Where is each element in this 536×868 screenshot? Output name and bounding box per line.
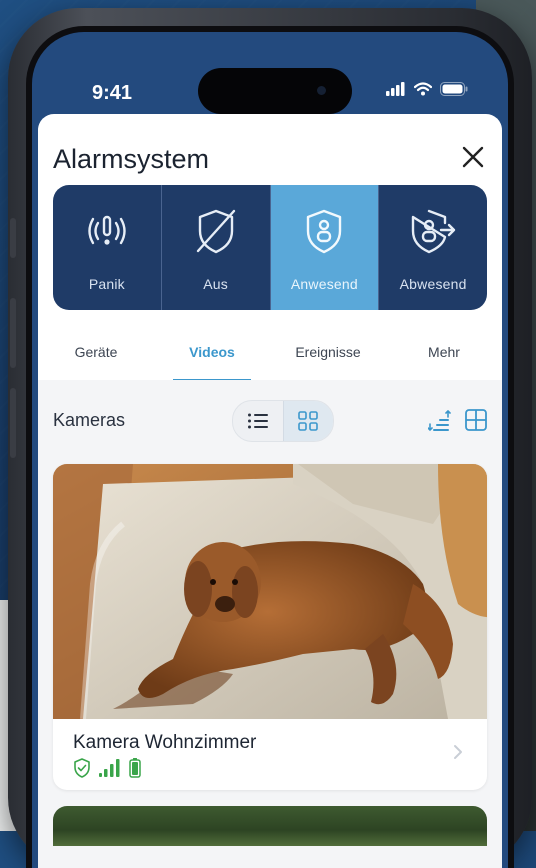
status-bar: 9:41 — [32, 32, 508, 122]
view-toggle — [232, 400, 334, 442]
shield-check-icon — [74, 758, 90, 778]
layout-grid-icon[interactable] — [464, 408, 488, 432]
screen: 9:41 Alarmsystem Panik Aus Anwesend Abwe… — [32, 32, 508, 868]
phone-bezel: 9:41 Alarmsystem Panik Aus Anwesend Abwe… — [26, 26, 514, 868]
grid-view-icon — [298, 411, 319, 431]
camera-dot — [317, 86, 326, 95]
battery-icon — [129, 758, 141, 778]
camera-thumbnail — [53, 464, 487, 719]
tab-devices[interactable]: Geräte — [38, 328, 154, 380]
shield-off-icon — [196, 209, 235, 254]
dog-on-sofa-image — [53, 464, 487, 719]
mode-label: Panik — [88, 276, 125, 292]
tab-events[interactable]: Ereignisse — [270, 328, 386, 380]
list-icon — [247, 413, 268, 429]
sheet-title: Alarmsystem — [53, 144, 210, 174]
tab-bar: Geräte Videos Ereignisse Mehr — [38, 328, 502, 381]
mode-panic-button[interactable]: Panik — [53, 185, 162, 310]
alarm-sheet: Alarmsystem Panik Aus Anwesend Abwesend … — [38, 114, 502, 868]
mode-home-button[interactable]: Anwesend — [270, 185, 380, 310]
mode-label: Aus — [203, 276, 228, 292]
signal-icon — [99, 759, 120, 777]
alarm-mode-selector: Panik Aus Anwesend Abwesend — [53, 185, 487, 310]
tab-videos[interactable]: Videos — [154, 328, 270, 381]
volume-down-button — [10, 388, 16, 458]
battery-status-icon — [440, 82, 468, 96]
mute-switch — [10, 218, 16, 258]
cellular-signal-icon — [386, 82, 405, 96]
camera-name: Kamera Wohnzimmer — [73, 732, 257, 753]
mode-off-button[interactable]: Aus — [162, 185, 271, 310]
phone-frame: 9:41 Alarmsystem Panik Aus Anwesend Abwe… — [8, 8, 532, 868]
chevron-right-icon — [454, 745, 462, 759]
camera-card[interactable]: Kamera Wohnzimmer — [53, 464, 487, 790]
wifi-icon — [414, 82, 432, 96]
camera-card-next[interactable] — [53, 806, 487, 846]
close-icon[interactable] — [458, 142, 488, 172]
volume-up-button — [10, 298, 16, 368]
camera-status — [73, 758, 141, 778]
list-view-button[interactable] — [233, 401, 283, 441]
status-time: 9:41 — [92, 82, 133, 104]
status-icons — [386, 82, 468, 96]
section-title: Kameras — [53, 410, 126, 430]
tab-more[interactable]: Mehr — [386, 328, 502, 380]
mode-label: Abwesend — [399, 276, 467, 292]
shield-away-icon — [411, 209, 456, 254]
mode-away-button[interactable]: Abwesend — [379, 185, 487, 310]
mode-label: Anwesend — [290, 276, 358, 292]
shield-home-icon — [307, 209, 342, 254]
videos-content: Kameras Kamera Wohnzimmer — [38, 380, 502, 868]
sort-icon[interactable] — [428, 410, 452, 432]
dynamic-island — [198, 68, 352, 114]
panic-icon — [88, 215, 126, 245]
grid-view-button[interactable] — [282, 401, 333, 441]
